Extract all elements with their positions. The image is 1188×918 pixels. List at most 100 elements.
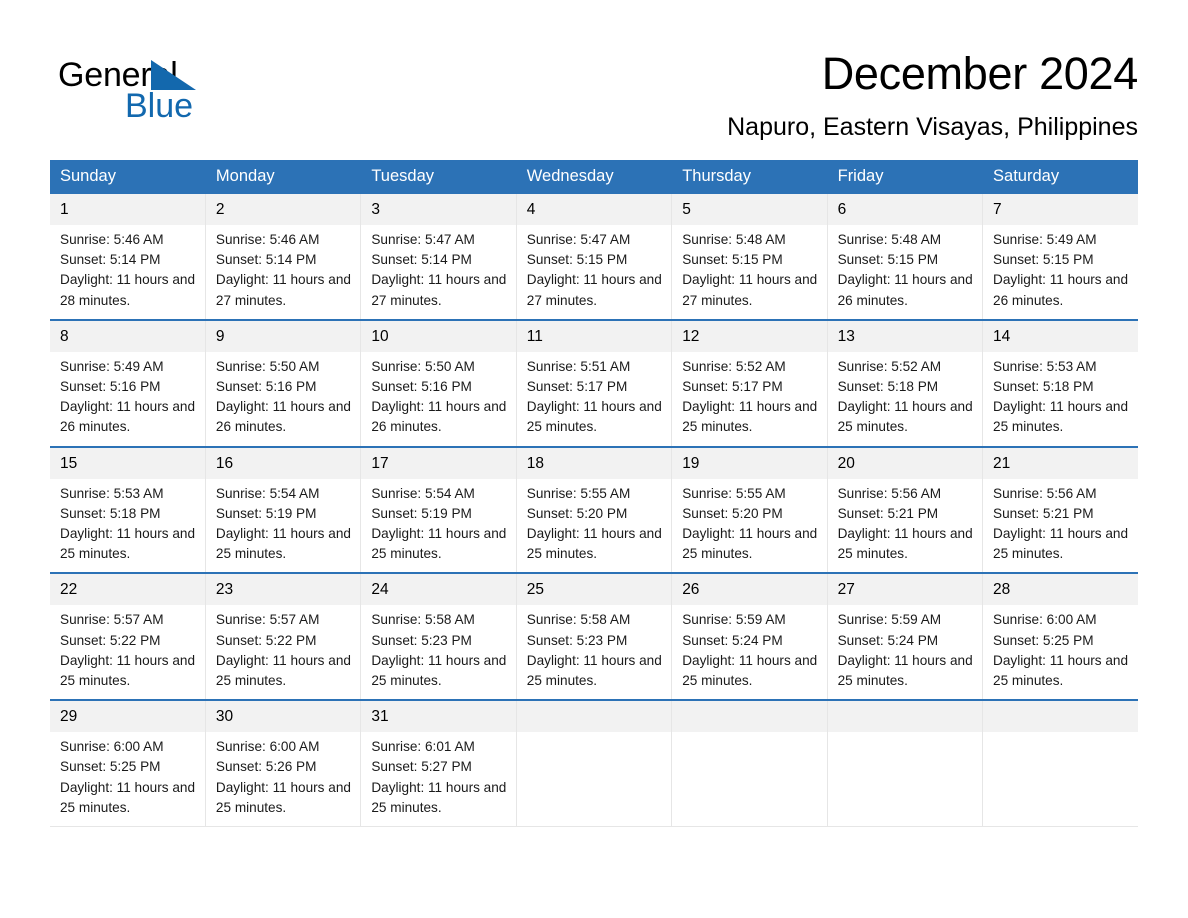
calendar-day-cell[interactable]: 7 Sunrise: 5:49 AM Sunset: 5:15 PM Daylight… xyxy=(982,194,1138,321)
sunrise-text: Sunrise: 5:50 AM xyxy=(215,358,320,374)
day-number: 3 xyxy=(361,194,516,225)
calendar-day-cell-empty xyxy=(982,699,1138,828)
calendar-day-cell[interactable]: 4 Sunrise: 5:47 AM Sunset: 5:15 PM Daylight… xyxy=(516,194,673,321)
daylight-text: Daylight: 11 hours and 25 minutes. xyxy=(993,526,1129,562)
sunrise-text: Sunrise: 5:47 AM xyxy=(371,232,475,247)
daylight-text: Daylight: 11 hours and 25 minutes. xyxy=(60,652,196,689)
sunset-text: Sunset: 5:19 PM xyxy=(371,505,472,521)
sunset-text: Sunset: 5:27 PM xyxy=(371,759,472,775)
calendar-day-cell[interactable]: 8 Sunrise: 5:49 AM Sunset: 5:16 PM Daylight… xyxy=(50,318,206,448)
calendar-day-cell[interactable]: 22 Sunrise: 5:57 AM Sunset: 5:22 PM Dayligh… xyxy=(50,572,206,701)
day-number xyxy=(516,701,672,733)
daylight-text: Daylight: 11 hours and 25 minutes. xyxy=(371,652,507,689)
day-details: Sunrise: 5:50 AM Sunset: 5:16 PM Daylight:… xyxy=(361,352,515,446)
daylight-text: Daylight: 11 hours and 25 minutes. xyxy=(682,526,818,562)
calendar-day-cell[interactable]: 10 Sunrise: 5:50 AM Sunset: 5:16 PM Dayligh… xyxy=(360,318,517,448)
day-details: Sunrise: 5:58 AM Sunset: 5:23 PM Daylight:… xyxy=(361,605,515,699)
calendar-day-cell[interactable]: 20 Sunrise: 5:56 AM Sunset: 5:21 PM Dayligh… xyxy=(827,445,984,574)
calendar-day-cell[interactable]: 31 Sunrise: 6:01 AM Sunset: 5:27 PM Dayligh… xyxy=(360,699,517,828)
calendar-day-cell[interactable]: 26 Sunrise: 5:59 AM Sunset: 5:24 PM Dayligh… xyxy=(671,572,828,701)
calendar-day-cell[interactable]: 11 Sunrise: 5:51 AM Sunset: 5:17 PM Dayligh… xyxy=(516,318,673,448)
day-number: 23 xyxy=(205,574,361,606)
day-number: 8 xyxy=(50,320,205,352)
sunrise-text: Sunrise: 5:52 AM xyxy=(682,358,786,374)
day-number: 7 xyxy=(983,194,1138,225)
sunset-text: Sunset: 5:17 PM xyxy=(526,379,628,395)
sunrise-text: Sunrise: 5:56 AM xyxy=(837,485,942,501)
day-details: Sunrise: 5:59 AM Sunset: 5:24 PM Daylight:… xyxy=(672,605,826,699)
calendar-day-cell[interactable]: 15 Sunrise: 5:53 AM Sunset: 5:18 PM Dayligh… xyxy=(50,445,206,574)
calendar-day-cell[interactable]: 27 Sunrise: 5:59 AM Sunset: 5:24 PM Dayligh… xyxy=(827,572,984,701)
day-details: Sunrise: 5:53 AM Sunset: 5:18 PM Daylight:… xyxy=(983,352,1138,446)
weekday-header-sunday: Sunday xyxy=(50,160,206,194)
calendar-day-cell[interactable]: 13 Sunrise: 5:52 AM Sunset: 5:18 PM Dayligh… xyxy=(827,318,984,448)
weekday-header-saturday: Saturday xyxy=(982,160,1138,194)
sunrise-text: Sunrise: 5:53 AM xyxy=(993,358,1097,374)
calendar-day-cell[interactable]: 1 Sunrise: 5:46 AM Sunset: 5:14 PM Daylight… xyxy=(50,194,206,321)
day-number: 1 xyxy=(50,194,205,225)
calendar-day-cell[interactable]: 25 Sunrise: 5:58 AM Sunset: 5:23 PM Dayligh… xyxy=(516,572,673,701)
calendar-day-cell[interactable]: 21 Sunrise: 5:56 AM Sunset: 5:21 PM Dayligh… xyxy=(982,445,1138,574)
sunset-text: Sunset: 5:23 PM xyxy=(371,632,472,648)
day-details: Sunrise: 5:49 AM Sunset: 5:16 PM Daylight:… xyxy=(50,352,205,446)
day-details: Sunrise: 5:55 AM Sunset: 5:20 PM Daylight:… xyxy=(517,479,671,573)
sunset-text: Sunset: 5:24 PM xyxy=(682,632,783,648)
calendar-day-cell[interactable]: 19 Sunrise: 5:55 AM Sunset: 5:20 PM Dayligh… xyxy=(671,445,828,574)
day-number: 15 xyxy=(50,447,205,479)
day-number: 17 xyxy=(361,447,516,479)
daylight-text: Daylight: 11 hours and 25 minutes. xyxy=(215,779,351,815)
sunrise-text: Sunrise: 6:00 AM xyxy=(60,739,164,755)
calendar-day-cell[interactable]: 6 Sunrise: 5:48 AM Sunset: 5:15 PM Daylight… xyxy=(827,194,984,321)
calendar-day-cell[interactable]: 23 Sunrise: 5:57 AM Sunset: 5:22 PM Dayligh… xyxy=(205,572,362,701)
calendar-day-cell[interactable]: 18 Sunrise: 5:55 AM Sunset: 5:20 PM Dayligh… xyxy=(516,445,673,574)
sunrise-text: Sunrise: 5:49 AM xyxy=(993,232,1097,247)
sunset-text: Sunset: 5:23 PM xyxy=(526,632,628,648)
sunrise-text: Sunrise: 5:57 AM xyxy=(215,612,320,628)
sunrise-text: Sunrise: 5:54 AM xyxy=(371,485,475,501)
sunset-text: Sunset: 5:18 PM xyxy=(837,379,939,395)
day-number: 14 xyxy=(983,320,1138,352)
weekday-header-monday: Monday xyxy=(205,160,362,194)
day-number: 22 xyxy=(50,574,205,606)
day-details: Sunrise: 5:56 AM Sunset: 5:21 PM Daylight:… xyxy=(828,479,982,573)
calendar-day-cell[interactable]: 9 Sunrise: 5:50 AM Sunset: 5:16 PM Daylight… xyxy=(205,318,362,448)
daylight-text: Daylight: 11 hours and 26 minutes. xyxy=(60,399,196,435)
sunset-text: Sunset: 5:15 PM xyxy=(837,252,939,268)
sunrise-text: Sunrise: 5:51 AM xyxy=(526,358,631,374)
daylight-text: Daylight: 11 hours and 25 minutes. xyxy=(215,526,351,562)
sunset-text: Sunset: 5:20 PM xyxy=(526,505,628,521)
day-number: 26 xyxy=(672,574,827,606)
day-details: Sunrise: 5:51 AM Sunset: 5:17 PM Daylight:… xyxy=(517,352,671,446)
calendar-day-cell[interactable]: 24 Sunrise: 5:58 AM Sunset: 5:23 PM Dayligh… xyxy=(360,572,517,701)
calendar-day-cell[interactable]: 29 Sunrise: 6:00 AM Sunset: 5:25 PM Dayligh… xyxy=(50,699,206,828)
calendar-day-cell[interactable]: 3 Sunrise: 5:47 AM Sunset: 5:14 PM Daylight… xyxy=(360,194,517,321)
title-block: December 2024 Napuro, Eastern Visayas, P… xyxy=(727,46,1138,143)
day-details: Sunrise: 5:57 AM Sunset: 5:22 PM Daylight:… xyxy=(206,605,360,699)
sunrise-text: Sunrise: 5:53 AM xyxy=(60,485,164,501)
sunset-text: Sunset: 5:16 PM xyxy=(371,379,472,395)
calendar-day-cell[interactable]: 17 Sunrise: 5:54 AM Sunset: 5:19 PM Dayligh… xyxy=(360,445,517,574)
daylight-text: Daylight: 11 hours and 27 minutes. xyxy=(215,272,351,308)
calendar-day-cell[interactable]: 28 Sunrise: 6:00 AM Sunset: 5:25 PM Dayligh… xyxy=(982,572,1138,701)
day-details: Sunrise: 5:55 AM Sunset: 5:20 PM Daylight:… xyxy=(672,479,826,573)
sunrise-text: Sunrise: 5:59 AM xyxy=(682,612,786,628)
calendar-day-cell[interactable]: 5 Sunrise: 5:48 AM Sunset: 5:15 PM Daylight… xyxy=(671,194,828,321)
day-number: 5 xyxy=(672,194,827,225)
day-number xyxy=(983,701,1138,733)
calendar-day-cell[interactable]: 16 Sunrise: 5:54 AM Sunset: 5:19 PM Dayligh… xyxy=(205,445,362,574)
day-number: 27 xyxy=(827,574,983,606)
day-details: Sunrise: 5:54 AM Sunset: 5:19 PM Daylight:… xyxy=(361,479,515,573)
daylight-text: Daylight: 11 hours and 25 minutes. xyxy=(371,526,507,562)
calendar-day-cell[interactable]: 30 Sunrise: 6:00 AM Sunset: 5:26 PM Dayligh… xyxy=(205,699,362,828)
day-number xyxy=(827,701,983,733)
sunset-text: Sunset: 5:22 PM xyxy=(60,632,161,648)
page-subtitle: Napuro, Eastern Visayas, Philippines xyxy=(727,113,1138,141)
calendar-day-cell[interactable]: 2 Sunrise: 5:46 AM Sunset: 5:14 PM Daylight… xyxy=(205,194,362,321)
day-number: 21 xyxy=(983,447,1138,479)
calendar-day-cell[interactable]: 14 Sunrise: 5:53 AM Sunset: 5:18 PM Dayligh… xyxy=(982,318,1138,448)
calendar-header-row: Sunday Monday Tuesday Wednesday Thursday Frid… xyxy=(50,160,1138,194)
sunset-text: Sunset: 5:21 PM xyxy=(993,505,1094,521)
calendar-week-row: 22 Sunrise: 5:57 AM Sunset: 5:22 PM Dayligh… xyxy=(50,572,1138,701)
calendar-day-cell[interactable]: 12 Sunrise: 5:52 AM Sunset: 5:17 PM Dayligh… xyxy=(671,318,828,448)
logo-triangle-icon xyxy=(151,60,196,90)
